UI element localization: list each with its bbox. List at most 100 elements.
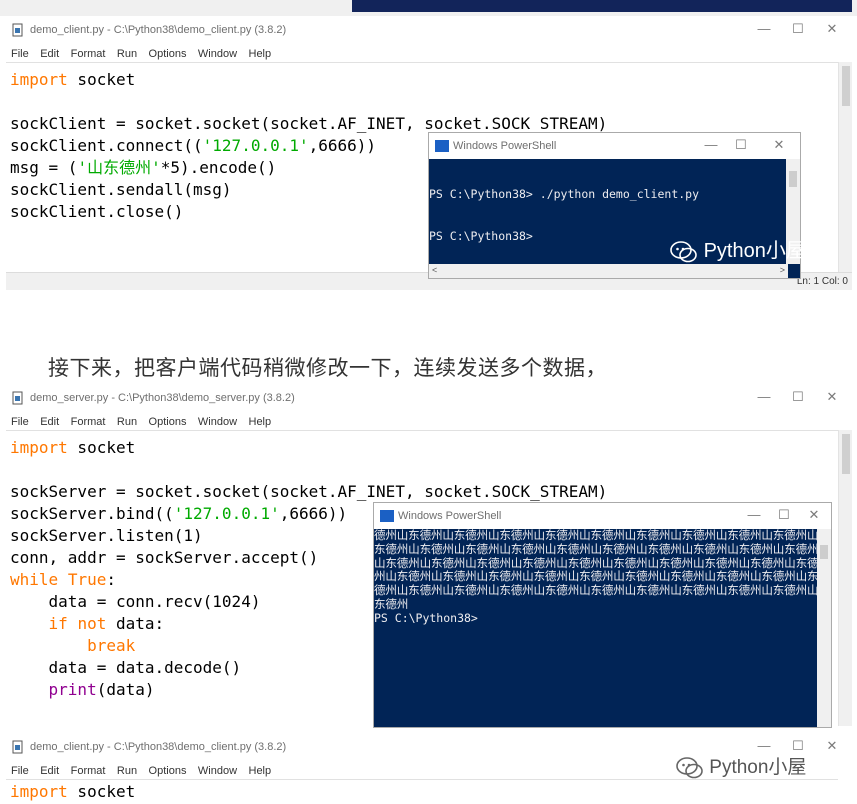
window-title: demo_server.py - C:\Python38\demo_server… [30,392,295,404]
wechat-icon [676,757,703,779]
powershell-title-bar[interactable]: Windows PowerShell — ☐ ✕ [374,503,831,529]
minimize-button[interactable]: — [754,21,774,36]
menu-file[interactable]: File [11,765,29,777]
code-editor[interactable]: import socket [6,779,838,804]
ps-horizontal-scrollbar[interactable]: < > [429,264,788,278]
python-file-icon [12,740,23,754]
scroll-left-icon[interactable]: < [432,265,437,275]
powershell-output[interactable]: 德州山东德州山东德州山东德州山东德州山东德州山东德州山东德州山东德州山东德州山东… [374,528,819,626]
menu-format[interactable]: Format [71,416,106,428]
code-token: data: [106,614,165,633]
scrollbar-thumb[interactable] [842,434,850,474]
menu-format[interactable]: Format [71,48,106,60]
menu-edit[interactable]: Edit [40,48,59,60]
code-token: sockClient = socket.socket(socket.AF_INE… [10,114,608,133]
ps-maximize-button[interactable]: ☐ [731,137,751,153]
code-token: (data) [96,680,155,699]
code-token-kw: import [10,70,68,89]
code-token: sockServer.bind(( [10,504,174,523]
code-line: import socket [10,69,607,91]
powershell-title: Windows PowerShell [453,140,557,152]
menu-format[interactable]: Format [71,765,106,777]
code-token: sockClient.connect(( [10,136,203,155]
menu-run[interactable]: Run [117,48,137,60]
python-file-icon [12,23,23,37]
menu-window[interactable]: Window [198,765,237,777]
powershell-title: Windows PowerShell [398,510,502,522]
powershell-icon [435,140,449,152]
ps-maximize-button[interactable]: ☐ [774,507,794,523]
menu-run[interactable]: Run [117,765,137,777]
close-button[interactable]: ✕ [822,389,842,405]
ps-vertical-scrollbar[interactable] [817,529,831,727]
code-token: sockServer = socket.socket(socket.AF_INE… [10,482,608,501]
menu-run[interactable]: Run [117,416,137,428]
powershell-icon [380,510,394,522]
menu-help[interactable]: Help [249,416,272,428]
ps-close-button[interactable]: ✕ [804,507,824,523]
close-button[interactable]: ✕ [822,21,842,37]
menu-edit[interactable]: Edit [40,416,59,428]
code-token-str: '山东德州' [77,158,161,177]
menu-window[interactable]: Window [198,48,237,60]
code-token: ,6666)) [279,504,348,523]
vertical-scrollbar[interactable] [838,62,852,272]
title-bar[interactable]: demo_client.py - C:\Python38\demo_client… [6,18,852,44]
watermark-text: Python小屋 [703,240,806,262]
menu-window[interactable]: Window [198,416,237,428]
code-token: sockServer.listen(1) [10,526,203,545]
ps-line: PS C:\Python38> ./python demo_client.py [429,187,700,201]
powershell-output[interactable]: PS C:\Python38> ./python demo_client.py … [429,159,699,271]
ps-minimize-button[interactable]: — [744,507,764,522]
code-token: msg = ( [10,158,78,177]
watermark: Python小屋 [676,752,806,779]
menu-help[interactable]: Help [249,765,272,777]
code-token: socket [67,438,136,457]
code-token-kw: import [10,438,68,457]
code-token: data = conn.recv(1024) [10,592,261,611]
code-token-str: '127.0.0.1' [202,136,309,155]
code-line: import socket [10,437,607,459]
menu-options[interactable]: Options [149,48,187,60]
code-token-str: '127.0.0.1' [173,504,280,523]
watermark-text: Python小屋 [709,757,807,778]
menu-edit[interactable]: Edit [40,765,59,777]
code-token: ,6666)) [308,136,377,155]
minimize-button[interactable]: — [754,738,774,753]
vertical-scrollbar[interactable] [838,430,852,726]
background-window-edge [352,0,852,12]
ps-minimize-button[interactable]: — [701,137,721,152]
code-token-kw: True [67,570,107,589]
menu-options[interactable]: Options [149,765,187,777]
scrollbar-thumb[interactable] [842,66,850,106]
ps-scroll-thumb[interactable] [789,171,797,187]
maximize-button[interactable]: ☐ [788,389,808,405]
menu-file[interactable]: File [11,416,29,428]
code-token: data = data.decode() [10,658,242,677]
minimize-button[interactable]: — [754,389,774,404]
wechat-icon [670,240,697,263]
menu-bar: File Edit Format Run Options Window Help [6,44,852,62]
ps-line: PS C:\Python38> [429,229,533,243]
menu-help[interactable]: Help [249,48,272,60]
maximize-button[interactable]: ☐ [788,21,808,37]
powershell-title-bar[interactable]: Windows PowerShell — ☐ ✕ [429,133,800,159]
window-title: demo_client.py - C:\Python38\demo_client… [30,24,287,36]
ps-close-button[interactable]: ✕ [769,137,789,153]
python-file-icon [12,391,23,405]
ps-scroll-thumb[interactable] [820,545,828,559]
code-token: conn, addr = sockServer.accept() [10,548,319,567]
menu-file[interactable]: File [11,48,29,60]
scroll-right-icon[interactable]: > [780,265,785,275]
menu-options[interactable]: Options [149,416,187,428]
article-caption: 接下来，把客户端代码稍微修改一下，连续发送多个数据， [48,356,607,380]
code-token: sockClient.close() [10,202,184,221]
close-button[interactable]: ✕ [822,738,842,754]
title-bar[interactable]: demo_server.py - C:\Python38\demo_server… [6,386,852,412]
